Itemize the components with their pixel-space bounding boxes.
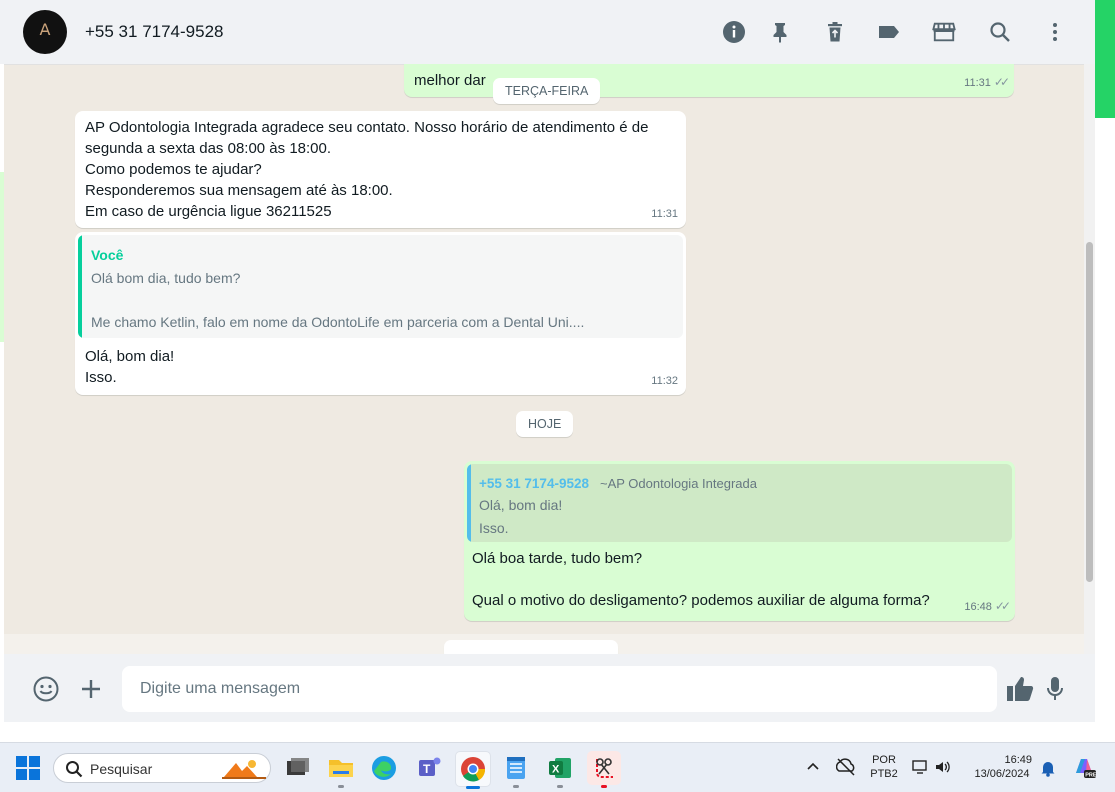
message-incoming-reply[interactable]: Você Olá bom dia, tudo bem? Me chamo Ket… xyxy=(75,232,686,395)
contact-avatar[interactable]: ꓮ xyxy=(23,10,67,54)
quote-text: Isso. xyxy=(479,520,509,536)
search-highlight-icon xyxy=(222,757,266,784)
edge-icon[interactable] xyxy=(367,751,401,785)
message-text: Olá boa tarde, tudo bem? xyxy=(472,550,643,567)
chat-window: ꓮ +55 31 7174-9528 melhor dar 11:31 ✓✓ T… xyxy=(0,0,1096,722)
volume-icon[interactable] xyxy=(934,759,952,780)
chat-header: ꓮ +55 31 7174-9528 xyxy=(0,0,1095,65)
display-icon[interactable] xyxy=(912,759,930,780)
pin-icon[interactable] xyxy=(769,20,793,44)
message-text: melhor dar xyxy=(414,72,486,89)
clock[interactable]: 16:49 13/06/2024 xyxy=(966,753,1038,781)
thumbs-up-icon[interactable] xyxy=(1006,676,1034,707)
background-window-strip xyxy=(1095,0,1115,742)
trash-icon[interactable] xyxy=(823,20,847,44)
message-incoming[interactable]: AP Odontologia Integrada agradece seu co… xyxy=(75,111,686,228)
info-icon[interactable] xyxy=(722,20,746,44)
task-view-icon[interactable] xyxy=(281,751,315,785)
quote-author: +55 31 7174-9528 xyxy=(479,476,589,491)
quote-text: Me chamo Ketlin, falo em nome da OdontoL… xyxy=(91,314,585,330)
file-explorer-icon[interactable] xyxy=(324,751,358,788)
emoji-icon[interactable] xyxy=(33,676,59,707)
composer-bar xyxy=(0,654,1095,722)
windows-taskbar: Pesquisar T X POR PTB2 16:49 13/06/2024 … xyxy=(0,742,1115,792)
message-text: AP Odontologia Integrada agradece seu co… xyxy=(85,119,649,220)
store-icon[interactable] xyxy=(932,20,958,44)
scrollbar-thumb[interactable] xyxy=(1086,242,1093,582)
message-time: 16:48 ✓✓ xyxy=(964,599,1011,613)
notepad-icon[interactable] xyxy=(499,751,533,788)
quoted-message[interactable]: +55 31 7174-9528 ~AP Odontologia Integra… xyxy=(467,464,1012,542)
notification-bell-icon[interactable] xyxy=(1040,759,1056,782)
plus-icon[interactable] xyxy=(80,678,102,705)
message-input[interactable] xyxy=(122,666,997,712)
message-time: 11:32 xyxy=(651,375,678,387)
svg-text:PRE: PRE xyxy=(1085,773,1096,779)
message-time: 11:31 xyxy=(651,208,678,220)
background-window-edge xyxy=(0,64,4,722)
network-off-icon[interactable] xyxy=(835,758,856,781)
menu-dots-icon[interactable] xyxy=(1043,20,1067,44)
chevron-up-icon[interactable] xyxy=(806,759,820,778)
quote-author-alias: ~AP Odontologia Integrada xyxy=(600,476,757,491)
svg-text:T: T xyxy=(423,762,431,776)
svg-text:X: X xyxy=(552,764,560,776)
message-list[interactable]: melhor dar 11:31 ✓✓ TERÇA-FEIRA AP Odonto… xyxy=(4,64,1084,654)
message-outgoing-reply[interactable]: +55 31 7174-9528 ~AP Odontologia Integra… xyxy=(464,461,1015,621)
chrome-icon[interactable] xyxy=(455,751,491,789)
message-scrollbar[interactable] xyxy=(1084,64,1095,654)
date-separator: TERÇA-FEIRA xyxy=(493,78,601,104)
message-text: Olá, bom dia! Isso. xyxy=(85,348,175,386)
desktop-gap xyxy=(0,722,1095,742)
read-ticks-icon: ✓✓ xyxy=(993,75,1010,89)
quote-text: Olá bom dia, tudo bem? xyxy=(91,270,241,286)
search-icon xyxy=(65,760,83,783)
quote-author: Você xyxy=(91,247,124,263)
message-time: 11:31 ✓✓ xyxy=(964,75,1010,89)
teams-icon[interactable]: T xyxy=(411,751,445,785)
read-ticks-icon: ✓✓ xyxy=(994,599,1011,613)
excel-icon[interactable]: X xyxy=(543,751,577,788)
search-icon[interactable] xyxy=(988,20,1012,44)
snipping-tool-icon[interactable] xyxy=(587,751,621,788)
taskbar-search-label: Pesquisar xyxy=(90,761,153,777)
language-indicator[interactable]: POR PTB2 xyxy=(866,753,902,781)
unread-chip xyxy=(444,640,618,654)
quote-bar xyxy=(467,464,471,542)
avatar-logo: ꓮ xyxy=(39,20,51,39)
contact-name[interactable]: +55 31 7174-9528 xyxy=(85,22,224,42)
taskbar-search[interactable]: Pesquisar xyxy=(53,753,271,783)
date-separator: HOJE xyxy=(516,411,574,437)
quote-text: Olá, bom dia! xyxy=(479,497,563,513)
quoted-message[interactable]: Você Olá bom dia, tudo bem? Me chamo Ket… xyxy=(78,235,683,338)
windows-start-icon[interactable] xyxy=(16,756,40,785)
copilot-icon[interactable]: PRE xyxy=(1072,755,1097,784)
label-icon[interactable] xyxy=(877,20,901,44)
quote-bar xyxy=(78,235,82,338)
message-text: Qual o motivo do desligamento? podemos a… xyxy=(472,592,930,609)
microphone-icon[interactable] xyxy=(1046,676,1064,707)
